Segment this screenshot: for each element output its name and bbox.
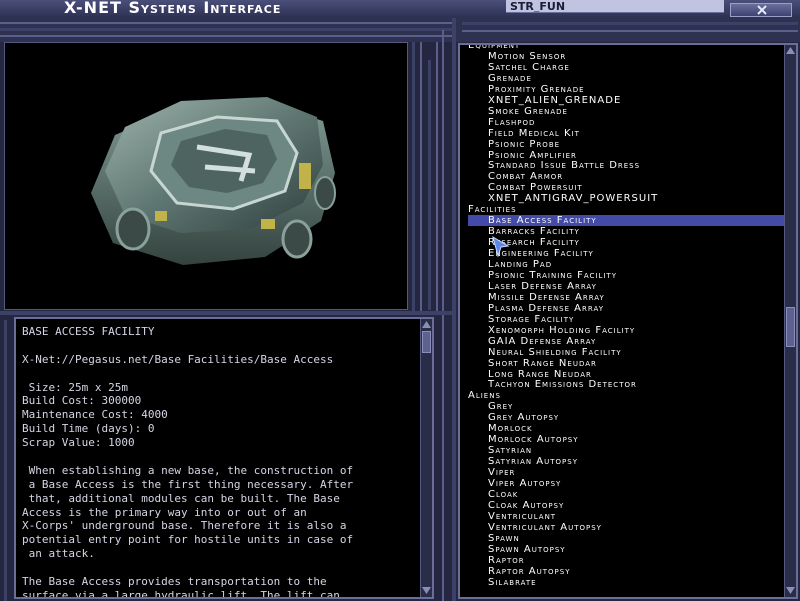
tree-item[interactable]: Combat Powersuit (460, 182, 786, 193)
tree-item[interactable]: Viper (460, 467, 786, 478)
tree-item[interactable]: Grenade (460, 73, 786, 84)
frame-pipe (420, 42, 422, 312)
frame-pipe (462, 30, 798, 32)
tree-item[interactable]: Motion Sensor (460, 51, 786, 62)
tree-category[interactable]: Equipment (460, 45, 786, 51)
tree-item[interactable]: Neural Shielding Facility (460, 347, 786, 358)
string-field: STR_FUN (506, 0, 724, 13)
description-line (22, 450, 422, 464)
window-title: X-NET Systems Interface (64, 0, 282, 17)
tree-item[interactable]: Xenomorph Holding Facility (460, 325, 786, 336)
description-line: X-Corps' underground base. Therefore it … (22, 519, 347, 533)
frame-pipe (462, 22, 798, 25)
tree-item[interactable]: Standard Issue Battle Dress (460, 160, 786, 171)
description-line: BASE ACCESS FACILITY (22, 325, 155, 338)
description-line: surface via a large hydraulic lift. The … (22, 588, 340, 599)
tree-item[interactable]: Psionic Probe (460, 139, 786, 150)
tree-item[interactable]: Ventriculant (460, 511, 786, 522)
description-line: Size: 25m x 25m (22, 380, 128, 394)
description-line: When establishing a new base, the constr… (22, 463, 354, 477)
tree-item[interactable]: Spawn Autopsy (460, 544, 786, 555)
xnet-tree-panel[interactable]: Equipment Motion Sensor Satchel Charge Gren… (458, 43, 798, 599)
scrollbar-thumb[interactable] (422, 331, 431, 353)
tree-item[interactable]: Spawn (460, 533, 786, 544)
frame-pipe (0, 28, 452, 31)
tree-item[interactable]: GAIA Defense Array (460, 336, 786, 347)
tree-item[interactable]: Missile Defense Array (460, 292, 786, 303)
frame-pipe (0, 22, 452, 24)
arrow-up-icon[interactable] (785, 46, 796, 55)
description-line: an attack. (22, 547, 95, 561)
frame-pipe (436, 42, 438, 312)
tree-item[interactable]: Psionic Amplifier (460, 150, 786, 161)
tree-item[interactable]: Viper Autopsy (460, 478, 786, 489)
tree-item[interactable]: Raptor (460, 555, 786, 566)
description-line: X-Net://Pegasus.net/Base Facilities/Base… (22, 352, 334, 366)
tree-item[interactable]: Silabrate (460, 577, 786, 588)
tree-item[interactable]: Morlock Autopsy (460, 434, 786, 445)
tree-item[interactable]: Laser Defense Array (460, 281, 786, 292)
base-access-model-image (91, 97, 336, 265)
tree-category[interactable]: Aliens (460, 390, 786, 401)
tree-category[interactable]: Facilities (460, 204, 786, 215)
frame-pipe (0, 311, 452, 315)
tree-item[interactable]: Tachyon Emissions Detector (460, 379, 786, 390)
tree-item[interactable]: Cloak (460, 489, 786, 500)
tree-item[interactable]: Satyrian Autopsy (460, 456, 786, 467)
description-line: Maintenance Cost: 4000 (22, 408, 168, 422)
arrow-down-icon[interactable] (421, 586, 432, 595)
tree-item[interactable]: Psionic Training Facility (460, 270, 786, 281)
description-scrollbar[interactable] (420, 319, 432, 597)
tree-item[interactable]: Raptor Autopsy (460, 566, 786, 577)
tree-item[interactable]: Flashpod (460, 117, 786, 128)
description-line: Build Cost: 300000 (22, 394, 142, 408)
description-line (22, 561, 422, 575)
tree-scrollbar[interactable] (784, 45, 796, 597)
tree-item[interactable]: Smoke Grenade (460, 106, 786, 117)
tree-item[interactable]: Plasma Defense Array (460, 303, 786, 314)
frame-pipe (442, 30, 444, 601)
tree-item[interactable]: Grey Autopsy (460, 412, 786, 423)
description-line: potential entry point for hostile units … (22, 533, 354, 547)
tree-item[interactable]: Long Range Neudar (460, 369, 786, 380)
description-line: Build Time (days): 0 (22, 422, 155, 436)
description-line (22, 367, 422, 381)
model-viewer[interactable] (4, 42, 408, 310)
mouse-pointer-icon (492, 236, 510, 258)
description-line: that, additional modules can be built. T… (22, 491, 340, 505)
tree-item[interactable]: Storage Facility (460, 314, 786, 325)
frame-pipe (0, 35, 452, 37)
tree-item[interactable]: Grey (460, 401, 786, 412)
description-text: BASE ACCESS FACILITY X-Net://Pegasus.net… (22, 325, 422, 599)
tree-item[interactable]: Short Range Neudar (460, 358, 786, 369)
frame-pipe (428, 60, 431, 310)
tree-item[interactable]: Combat Armor (460, 171, 786, 182)
description-line: Scrap Value: 1000 (22, 436, 135, 450)
tree-item[interactable]: Satchel Charge (460, 62, 786, 73)
frame-pipe (4, 320, 7, 601)
description-line (22, 339, 422, 353)
description-line: The Base Access provides transportation … (22, 575, 327, 589)
close-button[interactable] (730, 3, 792, 17)
description-line: Access is the primary way into or out of… (22, 505, 307, 519)
tree-item[interactable]: Cloak Autopsy (460, 500, 786, 511)
arrow-up-icon[interactable] (421, 320, 432, 329)
tree-item-selected[interactable]: Base Access Facility (468, 215, 784, 227)
scrollbar-thumb[interactable] (786, 307, 795, 347)
description-panel[interactable]: BASE ACCESS FACILITY X-Net://Pegasus.net… (14, 317, 434, 599)
frame-pipe (412, 42, 415, 312)
tree-item[interactable]: XNET_ANTIGRAV_POWERSUIT (460, 193, 786, 204)
frame-pipe (452, 18, 456, 601)
tree-item[interactable]: Proximity Grenade (460, 84, 786, 95)
tree-item[interactable]: Ventriculant Autopsy (460, 522, 786, 533)
tree-item[interactable]: Landing Pad (460, 259, 786, 270)
title-bar: X-NET Systems Interface STR_FUN (0, 0, 800, 18)
tree-item[interactable]: XNET_ALIEN_GRENADE (460, 95, 786, 106)
tree-item[interactable]: Morlock (460, 423, 786, 434)
description-line: a Base Access is the first thing necessa… (22, 477, 354, 491)
close-icon (757, 5, 767, 15)
tree-item[interactable]: Satyrian (460, 445, 786, 456)
arrow-down-icon[interactable] (785, 586, 796, 595)
tree-item[interactable]: Field Medical Kit (460, 128, 786, 139)
